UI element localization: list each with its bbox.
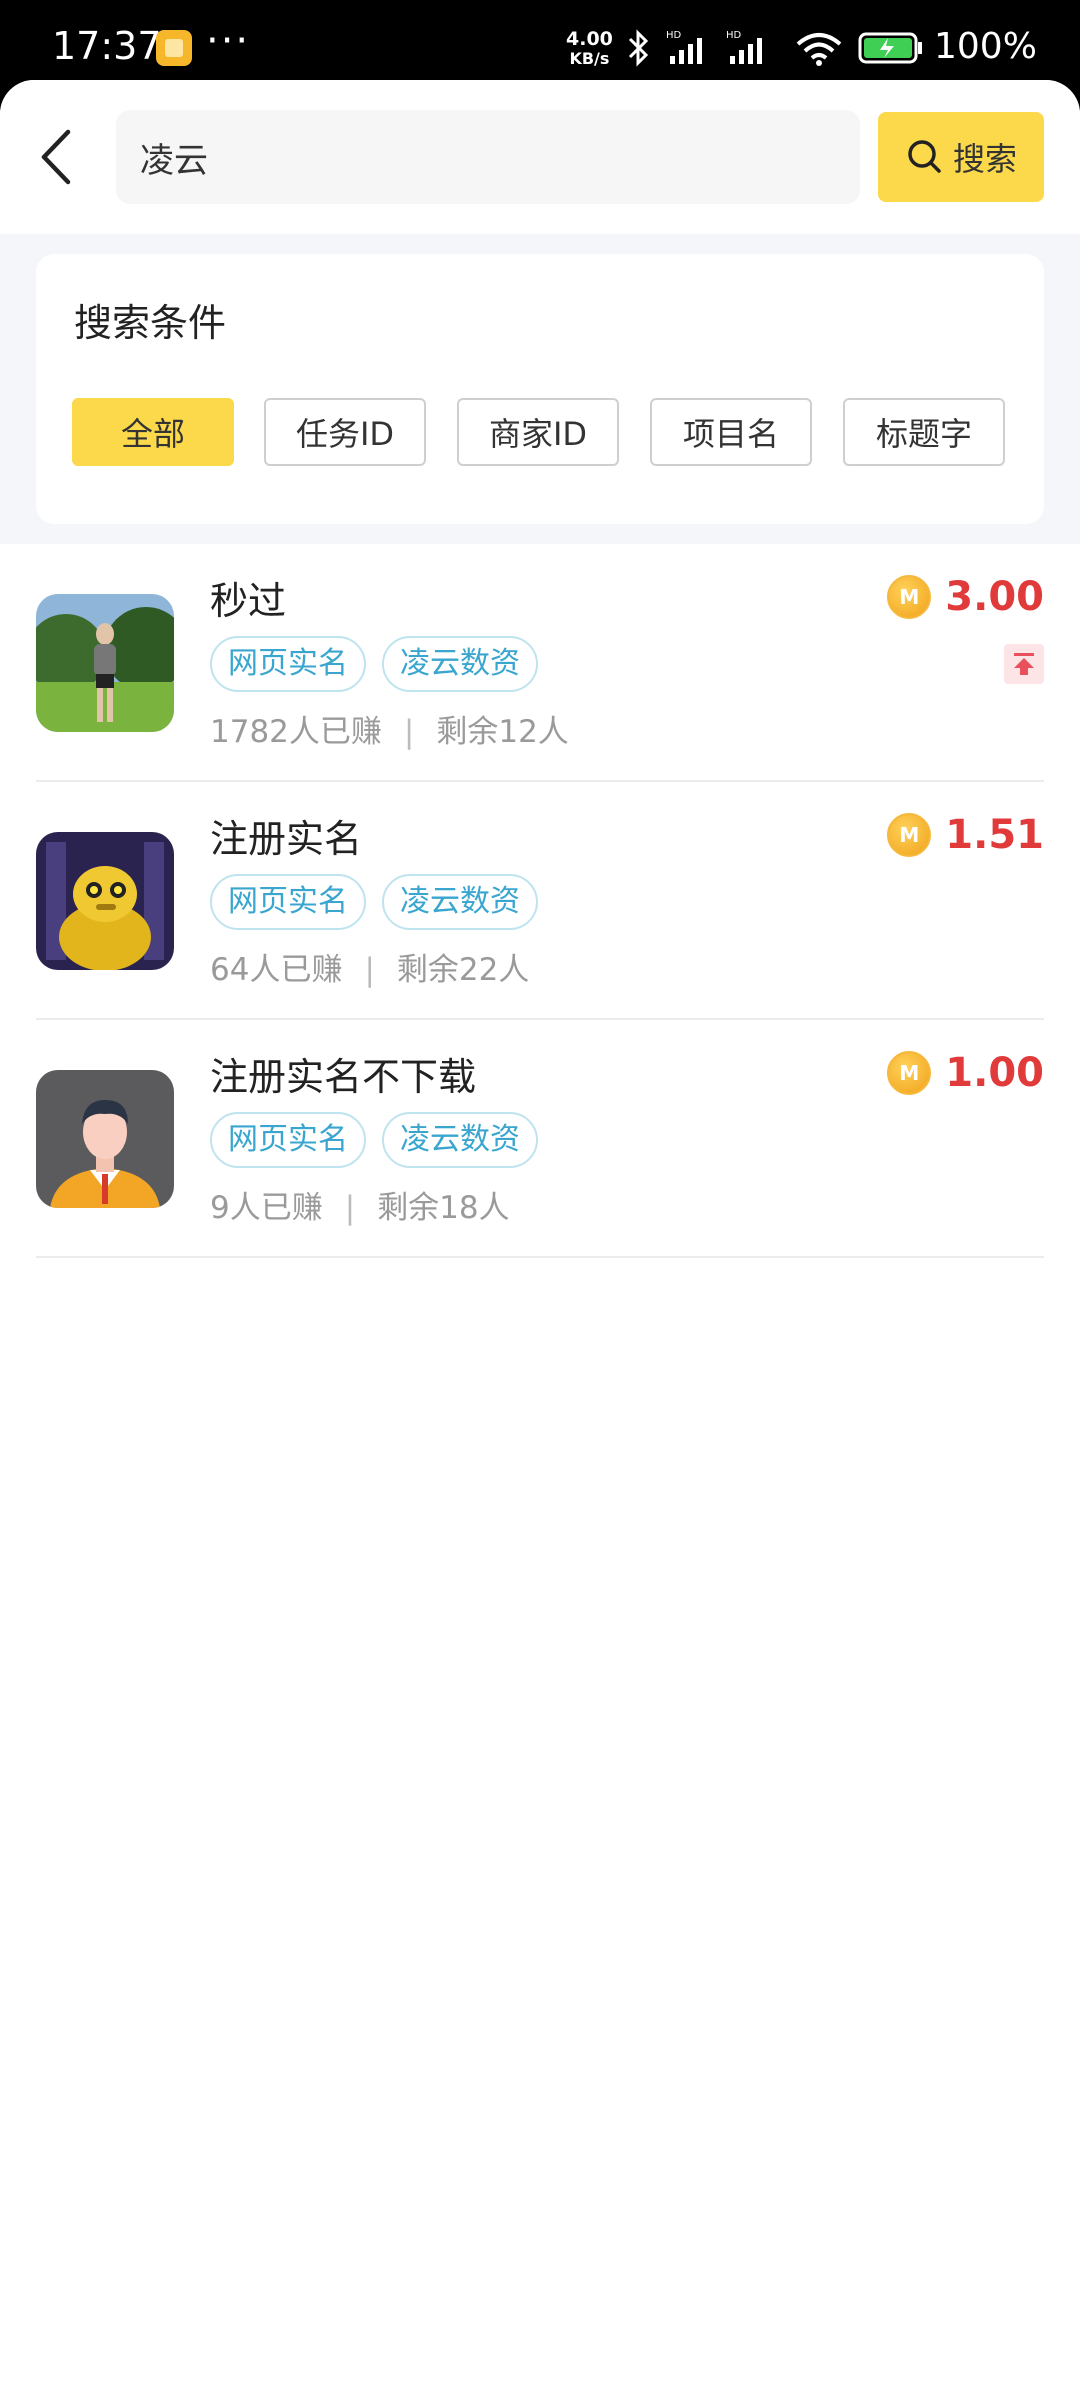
task-tag: 凌云数资: [382, 1112, 538, 1168]
task-row[interactable]: 注册实名不下载 网页实名 凌云数资 9人已赚 | 剩余18人 M 1.00: [0, 1020, 1080, 1258]
task-tag: 凌云数资: [382, 636, 538, 692]
more-notifications-icon: ···: [206, 18, 251, 64]
svg-text:HD: HD: [666, 30, 682, 41]
task-price: 1.51: [945, 812, 1044, 858]
task-thumbnail-robot: [36, 832, 174, 970]
task-tag: 凌云数资: [382, 874, 538, 930]
filter-card: 搜索条件 全部 任务ID 商家ID 项目名 标题字: [36, 254, 1044, 524]
task-title: 注册实名: [210, 817, 363, 861]
wifi-icon: [796, 33, 842, 66]
task-reward: M 1.51: [887, 812, 1044, 858]
task-tag: 网页实名: [210, 1112, 366, 1168]
coin-icon: M: [887, 1051, 932, 1095]
signal-2-icon: HD: [726, 30, 762, 64]
status-time: 17:37: [52, 24, 162, 68]
search-input[interactable]: [140, 110, 830, 204]
task-thumbnail-businessman: [36, 1070, 174, 1208]
task-row[interactable]: 秒过 网页实名 凌云数资 1782人已赚 | 剩余12人 M 3.00: [0, 544, 1080, 782]
task-price: 1.00: [945, 1050, 1044, 1096]
task-price: 3.00: [945, 574, 1044, 620]
network-speed-unit: KB/s: [569, 49, 610, 68]
pin-to-top-icon[interactable]: [1004, 644, 1044, 684]
search-icon: [908, 140, 941, 173]
stats-divider: |: [364, 952, 375, 988]
task-thumbnail-photo: [36, 594, 174, 732]
network-speed: 4.00 KB/s: [566, 28, 613, 69]
notification-app-icon: [156, 30, 192, 66]
signal-1-icon: HD: [666, 30, 702, 64]
network-speed-value: 4.00: [566, 28, 613, 50]
task-remaining-count: 剩余18人: [377, 1190, 510, 1226]
filter-chip-all[interactable]: 全部: [72, 398, 234, 466]
battery-percent: 100%: [934, 26, 1037, 67]
task-remaining-count: 剩余12人: [436, 714, 569, 750]
search-button[interactable]: 搜索: [878, 112, 1044, 202]
task-earned-count: 1782人已赚: [210, 714, 382, 750]
filter-chip-title-keyword[interactable]: 标题字: [843, 398, 1005, 466]
stats-divider: |: [403, 714, 415, 750]
task-tag: 网页实名: [210, 636, 366, 692]
task-reward: M 1.00: [887, 1050, 1044, 1096]
battery-icon: [858, 32, 922, 64]
coin-icon: M: [887, 813, 932, 857]
back-arrow-icon: [41, 129, 71, 185]
back-button[interactable]: [24, 122, 94, 192]
search-header: 搜索: [0, 80, 1080, 234]
coin-icon: M: [887, 575, 932, 619]
search-box[interactable]: [116, 110, 860, 204]
task-remaining-count: 剩余22人: [396, 952, 530, 988]
task-tag: 网页实名: [210, 874, 366, 930]
task-reward: M 3.00: [887, 574, 1044, 620]
task-title: 注册实名不下载: [210, 1055, 477, 1099]
task-stats: 64人已赚 | 剩余22人: [210, 944, 529, 989]
filter-chip-project-name[interactable]: 项目名: [650, 398, 812, 466]
filter-chip-merchant-id[interactable]: 商家ID: [457, 398, 619, 466]
filter-chip-task-id[interactable]: 任务ID: [264, 398, 426, 466]
search-page: 搜索 搜索条件 全部 任务ID 商家ID 项目名 标题字: [0, 80, 1080, 2400]
search-button-label: 搜索: [952, 140, 1017, 178]
row-divider: [36, 1256, 1044, 1258]
filter-section: 搜索条件 全部 任务ID 商家ID 项目名 标题字: [0, 234, 1080, 544]
stats-divider: |: [344, 1190, 356, 1226]
svg-text:HD: HD: [726, 30, 742, 41]
bluetooth-icon: [628, 29, 649, 67]
task-earned-count: 64人已赚: [210, 952, 343, 988]
task-title: 秒过: [210, 579, 287, 623]
task-row[interactable]: 注册实名 网页实名 凌云数资 64人已赚 | 剩余22人 M 1.51: [0, 782, 1080, 1020]
filter-title: 搜索条件: [74, 301, 227, 345]
task-earned-count: 9人已赚: [210, 1190, 323, 1226]
task-stats: 1782人已赚 | 剩余12人: [210, 706, 569, 751]
task-stats: 9人已赚 | 剩余18人: [210, 1182, 510, 1227]
